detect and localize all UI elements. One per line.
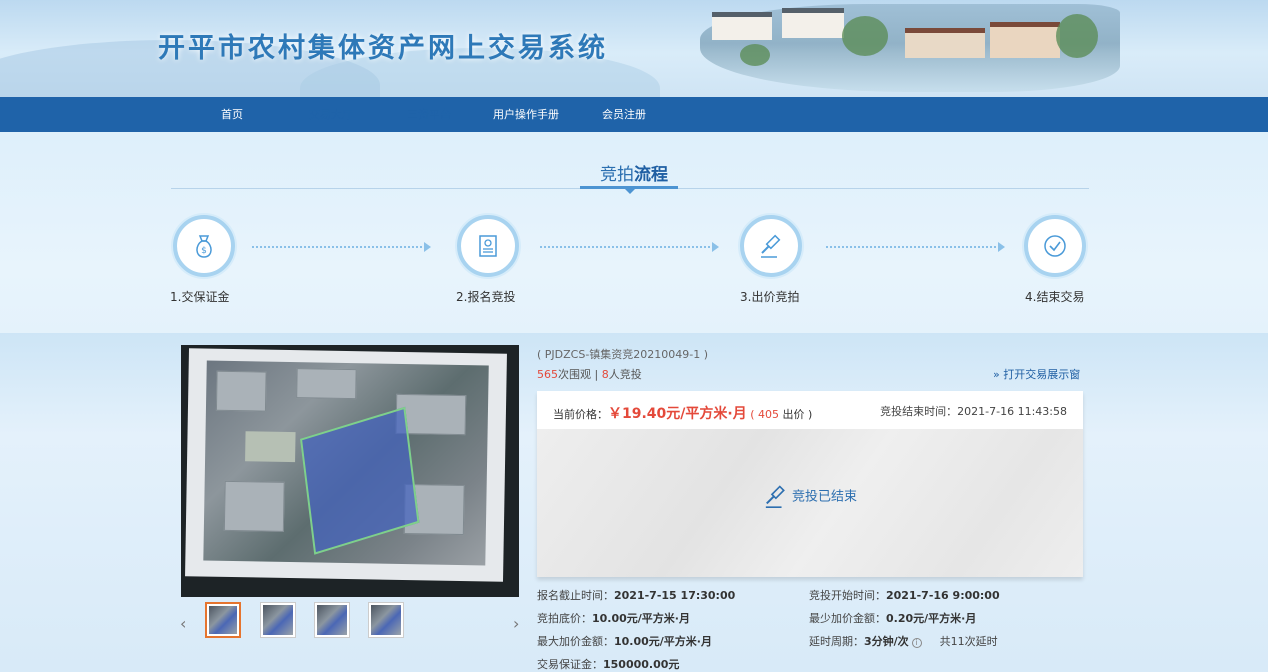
svg-text:$: $ [201, 246, 207, 256]
nav-trading-hall[interactable]: 交易大厅 [292, 97, 370, 132]
highlighted-plot [300, 406, 420, 555]
open-display-window-link[interactable]: » 打开交易展示窗 [993, 366, 1080, 382]
bid-status-area: 竞投已结束 [537, 429, 1083, 577]
main-nav: 首页 交易大厅 三资平台 用户操作手册 会员注册 [0, 97, 1268, 132]
step-connector [252, 246, 422, 248]
listing-stats: 565次围观 | 8人竞投 [537, 368, 642, 381]
process-title-caret [624, 188, 636, 194]
step-label-signup: 2.报名竞投 [456, 290, 516, 304]
step-signup [457, 215, 519, 277]
bid-ended-status: 竞投已结束 [763, 485, 857, 509]
view-count: 565 [537, 368, 558, 381]
nav-three-assets[interactable]: 三资平台 [390, 97, 468, 132]
thumbnail[interactable] [260, 602, 296, 638]
document-icon [479, 235, 497, 257]
property-photo[interactable] [181, 345, 519, 597]
step-connector-arrow [424, 242, 431, 252]
current-price-value: ￥19.40元/平方米·月 [608, 406, 747, 422]
bid-start-time: 竞投开始时间：2021-7-16 9:00:00 [809, 589, 1000, 602]
step-label-bid: 3.出价竞拍 [740, 290, 800, 304]
step-finish [1024, 215, 1086, 277]
info-icon[interactable]: i [911, 638, 922, 648]
carousel-next-button[interactable]: › [513, 614, 519, 633]
step-connector-arrow [712, 242, 719, 252]
signup-deadline: 报名截止时间：2021-7-15 17:30:00 [537, 589, 736, 602]
step-connector [540, 246, 710, 248]
step-label-deposit: 1.交保证金 [170, 290, 230, 304]
step-label-finish: 4.结束交易 [1025, 290, 1085, 304]
bidder-count: 8 [601, 368, 609, 381]
bid-header: 当前价格：￥19.40元/平方米·月 ( 405 出价 ) 竞投结束时间：202… [537, 391, 1083, 429]
step-bid [740, 215, 802, 277]
gavel-icon [761, 234, 781, 258]
site-title: 开平市农村集体资产网上交易系统 [158, 33, 608, 64]
step-connector-arrow [998, 242, 1005, 252]
thumbnail[interactable] [205, 602, 241, 638]
bid-status-box: 当前价格：￥19.40元/平方米·月 ( 405 出价 ) 竞投结束时间：202… [537, 391, 1083, 577]
double-chevron-right-icon: » [993, 368, 1000, 381]
nav-home[interactable]: 首页 [200, 97, 264, 132]
extension-period: 延时周期：3分钟/次 i 共11次延时 [809, 635, 998, 648]
money-bag-icon: $ [196, 235, 212, 258]
deposit-amount: 交易保证金：150000.00元 [537, 658, 680, 671]
bid-count: 405 [758, 408, 780, 421]
thumbnail[interactable] [314, 602, 350, 638]
process-title: 竞拍流程 [600, 165, 668, 185]
current-price: 当前价格：￥19.40元/平方米·月 ( 405 出价 ) [553, 406, 813, 422]
min-increment: 最少加价金额：0.20元/平方米·月 [809, 612, 977, 625]
step-connector [826, 246, 996, 248]
check-icon [1044, 235, 1066, 257]
bid-end-time: 竞投结束时间：2021-7-16 11:43:58 [880, 405, 1067, 418]
header-banner: 开平市农村集体资产网上交易系统 [0, 0, 1268, 97]
max-increment: 最大加价金额：10.00元/平方米·月 [537, 635, 712, 648]
reserve-price: 竞拍底价：10.00元/平方米·月 [537, 612, 690, 625]
nav-register[interactable]: 会员注册 [592, 97, 656, 132]
gavel-icon [765, 485, 785, 508]
carousel-prev-button[interactable]: ‹ [180, 614, 186, 633]
step-deposit: $ [173, 215, 235, 277]
nav-user-manual[interactable]: 用户操作手册 [484, 97, 568, 132]
thumbnail[interactable] [368, 602, 404, 638]
listing-code: ( PJDZCS-镇集资竞20210049-1 ) [537, 348, 709, 361]
